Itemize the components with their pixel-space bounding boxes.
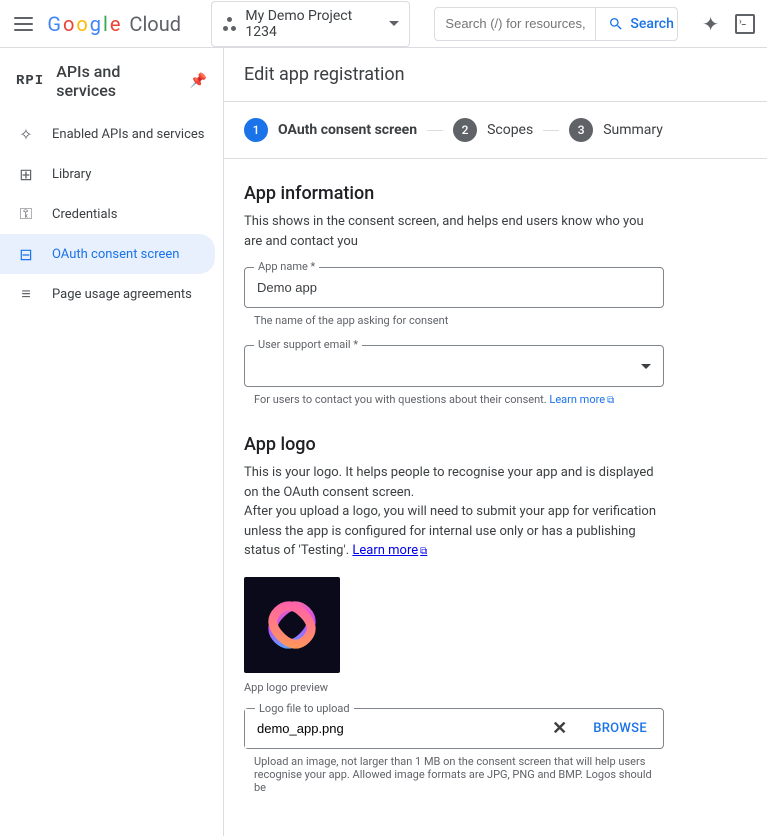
app-info-desc: This shows in the consent screen, and he… [244, 212, 664, 251]
step-2-label[interactable]: Scopes [487, 122, 533, 138]
external-link-icon: ⧉ [420, 546, 427, 557]
app-name-label: App name * [254, 260, 319, 273]
sidebar-item-page-usage[interactable]: ≡ Page usage agreements [0, 274, 223, 314]
logo-image [260, 593, 324, 657]
search-input[interactable] [435, 8, 595, 39]
step-divider [543, 130, 559, 131]
main-content: Edit app registration 1 OAuth consent sc… [224, 48, 767, 836]
sidebar-item-label: Library [52, 167, 91, 182]
sidebar-item-library[interactable]: ⊞ Library [0, 154, 223, 194]
page-header: Edit app registration [224, 48, 767, 102]
sidebar-nav: ✧ Enabled APIs and services ⊞ Library ⚿ … [0, 114, 223, 314]
sidebar-item-label: Credentials [52, 207, 117, 222]
app-name-input[interactable] [244, 267, 664, 308]
app-info-heading: App information [244, 183, 664, 204]
agreements-icon: ≡ [16, 284, 36, 304]
support-email-select[interactable] [244, 345, 664, 387]
google-cloud-logo[interactable]: Google Cloud [47, 12, 181, 36]
browse-button[interactable]: BROWSE [577, 709, 663, 748]
clear-icon[interactable]: ✕ [542, 718, 577, 739]
app-logo-heading: App logo [244, 434, 664, 455]
step-1-label[interactable]: OAuth consent screen [278, 122, 417, 138]
preview-caption: App logo preview [244, 681, 664, 694]
support-email-label: User support email * [254, 338, 362, 351]
sidebar-item-enabled-apis[interactable]: ✧ Enabled APIs and services [0, 114, 223, 154]
sidebar-title: APIs and services [56, 62, 177, 100]
step-3-num[interactable]: 3 [569, 118, 593, 142]
step-2-num[interactable]: 2 [453, 118, 477, 142]
sidebar-header: RPI APIs and services 📌 [0, 48, 223, 114]
sidebar: RPI APIs and services 📌 ✧ Enabled APIs a… [0, 48, 224, 836]
consent-icon: ⊟ [16, 244, 36, 264]
external-link-icon: ⧉ [607, 395, 614, 406]
project-selector[interactable]: My Demo Project 1234 [211, 1, 410, 47]
upload-label: Logo file to upload [255, 702, 354, 715]
stepper: 1 OAuth consent screen 2 Scopes 3 Summar… [244, 118, 747, 142]
gemini-icon[interactable]: ✦ [702, 12, 719, 36]
sidebar-item-label: Page usage agreements [52, 287, 192, 302]
hamburger-menu-icon[interactable] [12, 12, 35, 36]
search-box: Search [434, 7, 678, 41]
upload-helper: Upload an image, not larger than 1 MB on… [254, 755, 664, 794]
sidebar-item-credentials[interactable]: ⚿ Credentials [0, 194, 223, 234]
page-title: Edit app registration [244, 64, 747, 85]
topbar: Google Cloud My Demo Project 1234 Search… [0, 0, 767, 48]
app-name-field: App name * [244, 267, 664, 308]
project-name: My Demo Project 1234 [245, 8, 381, 40]
key-icon: ⚿ [16, 204, 36, 224]
step-1-num[interactable]: 1 [244, 118, 268, 142]
learn-more-link[interactable]: Learn more⧉ [352, 543, 427, 558]
pin-icon[interactable]: 📌 [190, 73, 207, 89]
app-logo-preview [244, 577, 340, 673]
project-icon [222, 16, 237, 32]
cloud-shell-icon[interactable] [735, 14, 755, 34]
diamond-icon: ✧ [16, 124, 36, 144]
sidebar-item-label: OAuth consent screen [52, 247, 179, 262]
app-logo-desc: This is your logo. It helps people to re… [244, 463, 664, 561]
api-logo-icon: RPI [16, 73, 44, 89]
logo-upload-field: Logo file to upload ✕ BROWSE [244, 708, 664, 749]
app-name-helper: The name of the app asking for consent [254, 314, 664, 327]
chevron-down-icon [641, 364, 651, 369]
learn-more-link[interactable]: Learn more⧉ [549, 393, 614, 406]
chevron-down-icon [389, 21, 399, 26]
support-email-field: User support email * [244, 345, 664, 387]
support-email-helper: For users to contact you with questions … [254, 393, 664, 406]
sidebar-item-label: Enabled APIs and services [52, 127, 205, 142]
step-divider [427, 130, 443, 131]
search-button-label: Search [630, 16, 673, 32]
sidebar-item-oauth-consent[interactable]: ⊟ OAuth consent screen [0, 234, 215, 274]
library-icon: ⊞ [16, 164, 36, 184]
search-button[interactable]: Search [595, 8, 678, 40]
step-3-label[interactable]: Summary [603, 122, 663, 138]
search-icon [608, 16, 624, 32]
